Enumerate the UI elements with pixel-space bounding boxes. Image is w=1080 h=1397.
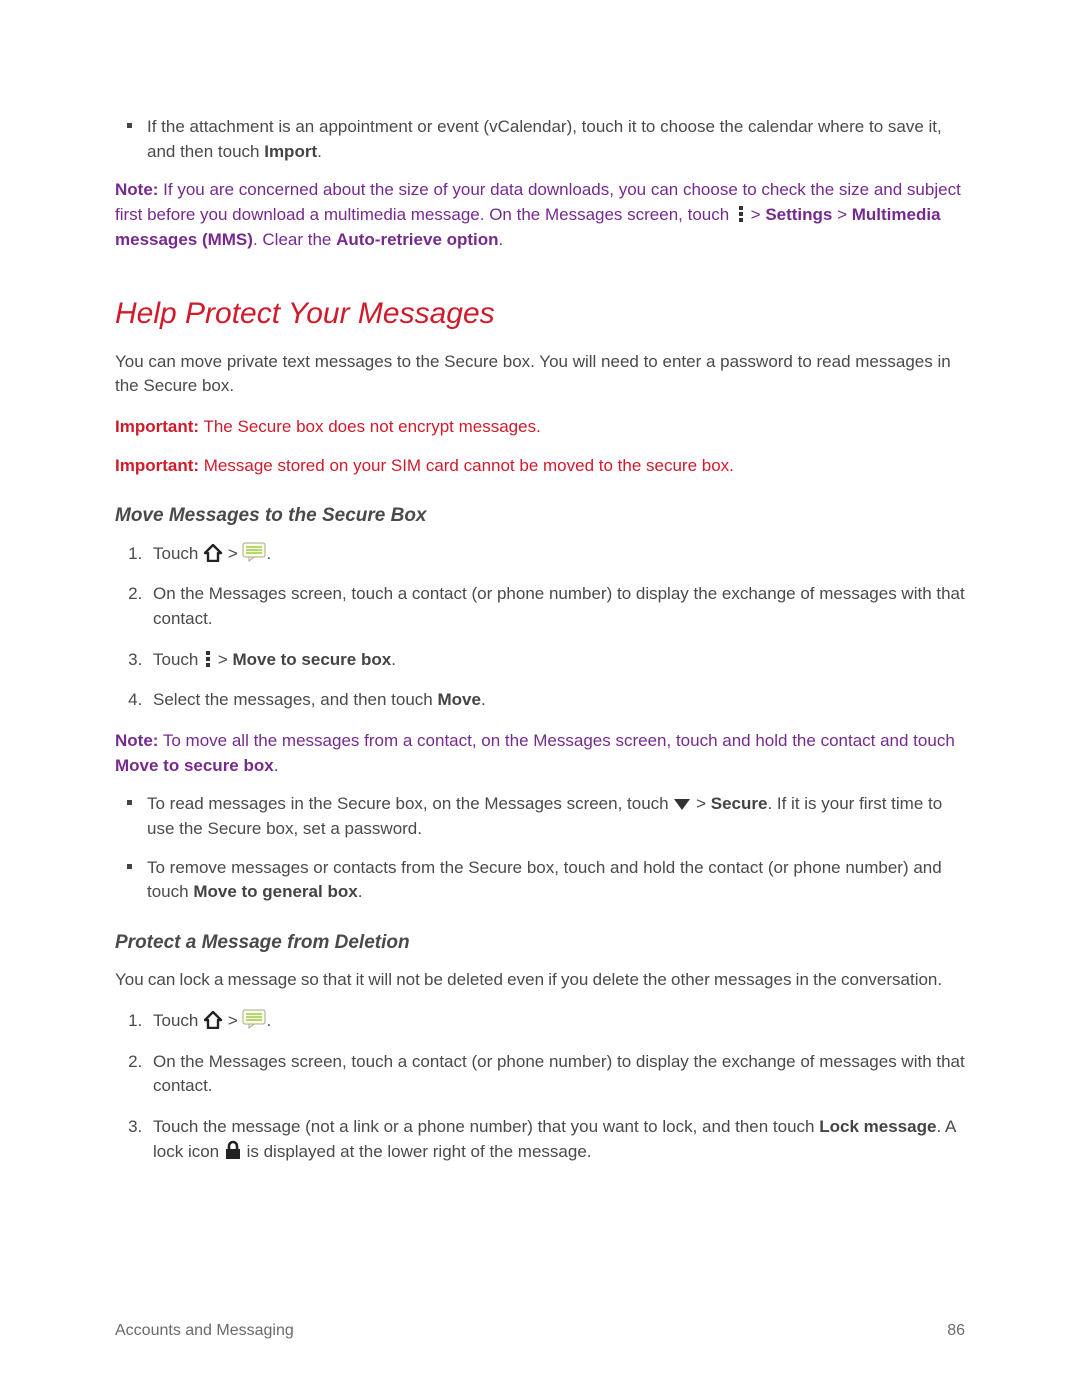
important-label: Important:	[115, 417, 199, 436]
home-icon	[203, 1011, 223, 1029]
lock-icon	[224, 1140, 242, 1160]
text: Select the messages, and then touch	[153, 690, 437, 709]
page-footer: Accounts and Messaging 86	[115, 1319, 965, 1342]
text: To read messages in the Secure box, on t…	[147, 794, 673, 813]
heading-protect-deletion: Protect a Message from Deletion	[115, 929, 965, 957]
text: On the Messages screen, touch a contact …	[153, 1052, 965, 1096]
list-item: Select the messages, and then touch Move…	[147, 688, 965, 713]
document-page: If the attachment is an appointment or e…	[0, 0, 1080, 1397]
list-item: To read messages in the Secure box, on t…	[147, 792, 965, 841]
text: >	[213, 650, 232, 669]
text-bold: Lock message	[819, 1117, 936, 1136]
messages-icon	[242, 542, 266, 562]
paragraph: You can lock a message so that it will n…	[115, 968, 965, 993]
text: >	[746, 205, 765, 224]
steps-lock-message: Touch > . On the Messages screen, touch …	[115, 1009, 965, 1164]
text: . Clear the	[253, 230, 336, 249]
text: >	[691, 794, 710, 813]
text: >	[223, 544, 242, 563]
important-no-encrypt: Important: The Secure box does not encry…	[115, 415, 965, 440]
text: Touch the message (not a link or a phone…	[153, 1117, 819, 1136]
intro-bullet-list: If the attachment is an appointment or e…	[115, 115, 965, 164]
important-sim: Important: Message stored on your SIM ca…	[115, 454, 965, 479]
home-icon	[203, 544, 223, 562]
footer-section: Accounts and Messaging	[115, 1319, 294, 1342]
important-label: Important:	[115, 456, 199, 475]
text: .	[317, 142, 322, 161]
text: .	[266, 544, 271, 563]
text: .	[391, 650, 396, 669]
text: Touch	[153, 544, 203, 563]
text: .	[274, 756, 279, 775]
dropdown-triangle-icon	[673, 798, 691, 812]
text: .	[358, 882, 363, 901]
text-bold: Move	[437, 690, 480, 709]
heading-help-protect: Help Protect Your Messages	[115, 292, 965, 336]
list-item: Touch > .	[147, 542, 965, 567]
overflow-menu-icon	[203, 650, 213, 668]
text-bold: Move to secure box	[232, 650, 391, 669]
text: >	[223, 1011, 242, 1030]
text-bold: Move to secure box	[115, 756, 274, 775]
footer-page-number: 86	[947, 1319, 965, 1342]
paragraph: You can move private text messages to th…	[115, 350, 965, 399]
list-item: To remove messages or contacts from the …	[147, 856, 965, 905]
text: .	[481, 690, 486, 709]
note-auto-retrieve: Note: If you are concerned about the siz…	[115, 178, 965, 252]
note-move-all: Note: To move all the messages from a co…	[115, 729, 965, 778]
text-bold: Import	[264, 142, 317, 161]
list-item: On the Messages screen, touch a contact …	[147, 582, 965, 631]
text: On the Messages screen, touch a contact …	[153, 584, 965, 628]
text-bold: Settings	[765, 205, 832, 224]
steps-move-secure: Touch > . On the Messages screen, touch …	[115, 542, 965, 713]
text-bold: Auto-retrieve option	[336, 230, 498, 249]
heading-move-secure: Move Messages to the Secure Box	[115, 502, 965, 530]
overflow-menu-icon	[734, 205, 746, 223]
text-bold: Secure	[711, 794, 768, 813]
secure-box-bullets: To read messages in the Secure box, on t…	[115, 792, 965, 905]
list-item: Touch > .	[147, 1009, 965, 1034]
text: .	[499, 230, 504, 249]
text: >	[832, 205, 851, 224]
note-label: Note:	[115, 731, 158, 750]
messages-icon	[242, 1009, 266, 1029]
text: Touch	[153, 650, 203, 669]
text: is displayed at the lower right of the m…	[242, 1142, 592, 1161]
list-item: Touch the message (not a link or a phone…	[147, 1115, 965, 1164]
list-item: If the attachment is an appointment or e…	[147, 115, 965, 164]
text: To move all the messages from a contact,…	[158, 731, 954, 750]
list-item: Touch > Move to secure box.	[147, 648, 965, 673]
text: The Secure box does not encrypt messages…	[199, 417, 541, 436]
text-bold: Move to general box	[193, 882, 357, 901]
text: .	[266, 1011, 271, 1030]
note-label: Note:	[115, 180, 158, 199]
list-item: On the Messages screen, touch a contact …	[147, 1050, 965, 1099]
text: Message stored on your SIM card cannot b…	[199, 456, 734, 475]
text: Touch	[153, 1011, 203, 1030]
